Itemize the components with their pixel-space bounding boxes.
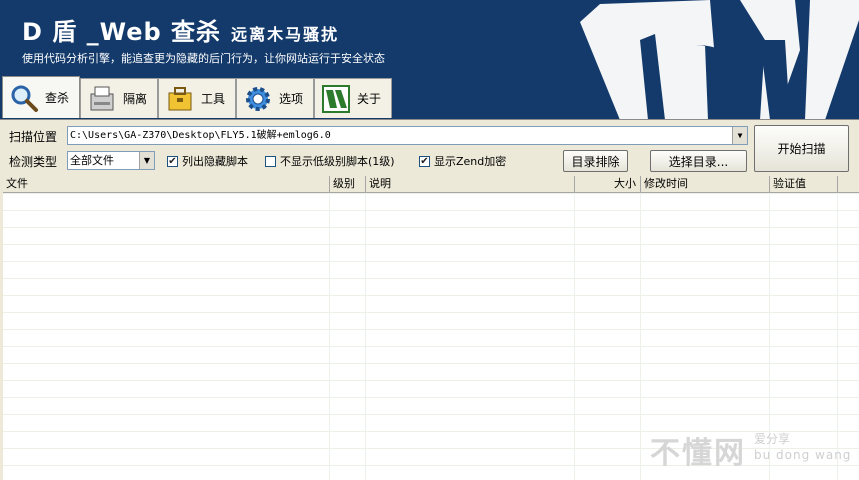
col-size[interactable]: 大小 (575, 176, 641, 192)
tab-options[interactable]: 选项 (236, 78, 314, 118)
tab-scan-label: 查杀 (45, 91, 70, 105)
checkbox-checked-icon[interactable]: ✔ (167, 155, 178, 167)
col-description[interactable]: 说明 (366, 176, 575, 192)
exclude-dir-button[interactable]: 目录排除 (563, 150, 628, 172)
scan-options-panel: 扫描位置 C:\Users\GA-Z370\Desktop\FLY5.1破解+e… (0, 119, 859, 180)
detect-type-value: 全部文件 (70, 154, 114, 167)
tab-quarantine[interactable]: 隔离 (80, 78, 158, 118)
d-shield-logo (580, 0, 859, 120)
start-scan-button[interactable]: 开始扫描 (754, 125, 849, 172)
app-subtitle: 使用代码分析引擎，能追查更为隐藏的后门行为，让你网站运行于安全状态 (22, 52, 385, 65)
d-logo-icon (322, 84, 350, 113)
table-header: 文件 级别 说明 大小 修改时间 验证值 (3, 176, 859, 193)
list-hidden-scripts-checkbox[interactable]: ✔ 列出隐藏脚本 (167, 153, 248, 169)
column-divider (365, 193, 366, 480)
list-hidden-scripts-label: 列出隐藏脚本 (182, 155, 248, 168)
tab-about[interactable]: 关于 (314, 78, 392, 118)
hide-low-level-checkbox[interactable]: 不显示低级别脚本(1级) (265, 153, 395, 169)
column-divider (329, 193, 330, 480)
tab-scan[interactable]: 查杀 (2, 76, 80, 118)
tab-about-label: 关于 (357, 92, 382, 106)
tab-quarantine-label: 隔离 (123, 92, 148, 106)
tab-tools[interactable]: 工具 (158, 78, 236, 118)
scan-location-label: 扫描位置 (9, 130, 58, 144)
toolbox-icon (168, 86, 192, 110)
chevron-down-icon[interactable]: ▼ (139, 152, 154, 169)
checkbox-unchecked-icon[interactable] (265, 155, 276, 167)
checkbox-checked-icon[interactable]: ✔ (419, 155, 430, 167)
gear-icon (246, 86, 270, 111)
col-file[interactable]: 文件 (3, 176, 330, 192)
printer-box-icon (90, 86, 114, 110)
app-title: D 盾 _Web 查杀 远离木马骚扰 (22, 12, 339, 47)
column-divider (640, 193, 641, 480)
app-title-sub: 远离木马骚扰 (231, 25, 340, 44)
scan-path-value: C:\Users\GA-Z370\Desktop\FLY5.1破解+emlog6… (70, 130, 331, 141)
chevron-down-icon[interactable]: ▼ (732, 127, 747, 144)
column-divider (837, 193, 838, 480)
tab-options-label: 选项 (279, 92, 304, 106)
show-zend-checkbox[interactable]: ✔ 显示Zend加密 (419, 153, 506, 169)
select-dir-button[interactable]: 选择目录... (650, 150, 747, 172)
magnifier-icon (11, 85, 38, 112)
detect-type-label: 检测类型 (9, 155, 58, 169)
app-title-main: D 盾 _Web 查杀 (22, 18, 222, 46)
col-level[interactable]: 级别 (330, 176, 366, 192)
hide-low-level-label: 不显示低级别脚本(1级) (280, 155, 395, 168)
col-modified-time[interactable]: 修改时间 (641, 176, 770, 192)
table-body (3, 193, 859, 480)
detect-type-select[interactable]: 全部文件 ▼ (67, 151, 155, 170)
column-divider (574, 193, 575, 480)
results-table[interactable]: 文件 级别 说明 大小 修改时间 验证值 (3, 176, 859, 480)
tab-tools-label: 工具 (201, 92, 226, 106)
col-hash[interactable]: 验证值 (770, 176, 838, 192)
column-divider (769, 193, 770, 480)
scan-path-combo[interactable]: C:\Users\GA-Z370\Desktop\FLY5.1破解+emlog6… (67, 126, 748, 145)
show-zend-label: 显示Zend加密 (434, 155, 507, 168)
